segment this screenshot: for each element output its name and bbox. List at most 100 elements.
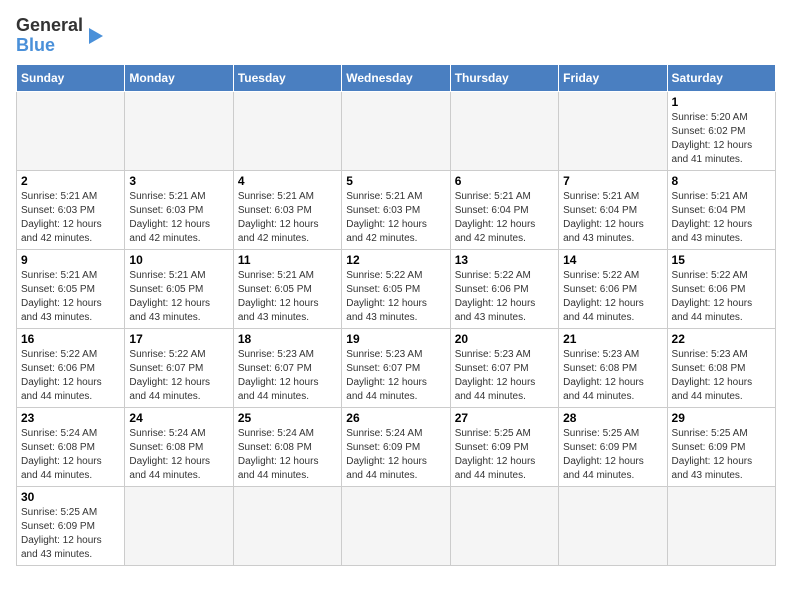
day-number: 3	[129, 174, 228, 188]
day-number: 14	[563, 253, 662, 267]
day-number: 24	[129, 411, 228, 425]
day-info: Sunrise: 5:25 AM Sunset: 6:09 PM Dayligh…	[672, 427, 771, 483]
day-number: 13	[455, 253, 554, 267]
calendar-cell	[667, 486, 775, 565]
calendar-cell: 7 Sunrise: 5:21 AM Sunset: 6:04 PM Daylig…	[559, 170, 667, 249]
calendar-cell: 15 Sunrise: 5:22 AM Sunset: 6:06 PM Dayli…	[667, 249, 775, 328]
day-number: 1	[672, 95, 771, 109]
calendar-row-3: 9 Sunrise: 5:21 AM Sunset: 6:05 PM Daylig…	[17, 249, 776, 328]
day-number: 4	[238, 174, 337, 188]
calendar-cell	[125, 91, 233, 170]
day-info: Sunrise: 5:21 AM Sunset: 6:03 PM Dayligh…	[238, 190, 337, 246]
logo: GeneralBlue	[16, 16, 105, 56]
day-info: Sunrise: 5:21 AM Sunset: 6:04 PM Dayligh…	[563, 190, 662, 246]
calendar-cell: 17 Sunrise: 5:22 AM Sunset: 6:07 PM Dayli…	[125, 328, 233, 407]
day-info: Sunrise: 5:21 AM Sunset: 6:05 PM Dayligh…	[238, 269, 337, 325]
day-info: Sunrise: 5:20 AM Sunset: 6:02 PM Dayligh…	[672, 111, 771, 167]
weekday-header-friday: Friday	[559, 64, 667, 91]
day-info: Sunrise: 5:23 AM Sunset: 6:08 PM Dayligh…	[563, 348, 662, 404]
calendar-cell: 11 Sunrise: 5:21 AM Sunset: 6:05 PM Dayli…	[233, 249, 341, 328]
day-number: 29	[672, 411, 771, 425]
day-info: Sunrise: 5:22 AM Sunset: 6:07 PM Dayligh…	[129, 348, 228, 404]
logo-text-general: GeneralBlue	[16, 16, 83, 56]
day-info: Sunrise: 5:21 AM Sunset: 6:04 PM Dayligh…	[455, 190, 554, 246]
calendar-cell: 12Sunrise: 5:22 AM Sunset: 6:05 PM Dayli…	[342, 249, 450, 328]
day-number: 9	[21, 253, 120, 267]
day-number: 12	[346, 253, 445, 267]
logo-triangle-icon	[85, 26, 105, 46]
calendar-row-5: 23 Sunrise: 5:24 AM Sunset: 6:08 PM Dayli…	[17, 407, 776, 486]
calendar-cell	[125, 486, 233, 565]
calendar-cell	[233, 91, 341, 170]
day-info: Sunrise: 5:21 AM Sunset: 6:03 PM Dayligh…	[129, 190, 228, 246]
calendar-cell: 14Sunrise: 5:22 AM Sunset: 6:06 PM Dayli…	[559, 249, 667, 328]
day-info: Sunrise: 5:21 AM Sunset: 6:05 PM Dayligh…	[21, 269, 120, 325]
weekday-header-thursday: Thursday	[450, 64, 558, 91]
calendar-cell	[559, 91, 667, 170]
day-info: Sunrise: 5:24 AM Sunset: 6:09 PM Dayligh…	[346, 427, 445, 483]
day-number: 27	[455, 411, 554, 425]
day-info: Sunrise: 5:24 AM Sunset: 6:08 PM Dayligh…	[21, 427, 120, 483]
day-number: 15	[672, 253, 771, 267]
day-number: 8	[672, 174, 771, 188]
calendar-cell: 19Sunrise: 5:23 AM Sunset: 6:07 PM Dayli…	[342, 328, 450, 407]
day-number: 17	[129, 332, 228, 346]
calendar-cell: 8 Sunrise: 5:21 AM Sunset: 6:04 PM Daylig…	[667, 170, 775, 249]
day-number: 10	[129, 253, 228, 267]
page-header: GeneralBlue	[16, 16, 776, 56]
day-number: 26	[346, 411, 445, 425]
calendar-cell: 22Sunrise: 5:23 AM Sunset: 6:08 PM Dayli…	[667, 328, 775, 407]
day-info: Sunrise: 5:21 AM Sunset: 6:03 PM Dayligh…	[346, 190, 445, 246]
calendar-cell: 13 Sunrise: 5:22 AM Sunset: 6:06 PM Dayli…	[450, 249, 558, 328]
day-info: Sunrise: 5:21 AM Sunset: 6:03 PM Dayligh…	[21, 190, 120, 246]
day-number: 20	[455, 332, 554, 346]
calendar-cell: 16Sunrise: 5:22 AM Sunset: 6:06 PM Dayli…	[17, 328, 125, 407]
calendar-cell: 5 Sunrise: 5:21 AM Sunset: 6:03 PM Daylig…	[342, 170, 450, 249]
day-info: Sunrise: 5:23 AM Sunset: 6:07 PM Dayligh…	[346, 348, 445, 404]
calendar-cell: 1 Sunrise: 5:20 AM Sunset: 6:02 PM Daylig…	[667, 91, 775, 170]
day-info: Sunrise: 5:22 AM Sunset: 6:06 PM Dayligh…	[21, 348, 120, 404]
calendar-table: SundayMondayTuesdayWednesdayThursdayFrid…	[16, 64, 776, 566]
weekday-header-row: SundayMondayTuesdayWednesdayThursdayFrid…	[17, 64, 776, 91]
calendar-cell: 28 Sunrise: 5:25 AM Sunset: 6:09 PM Dayli…	[559, 407, 667, 486]
calendar-cell	[450, 486, 558, 565]
logo-container: GeneralBlue	[16, 16, 105, 56]
calendar-cell: 6 Sunrise: 5:21 AM Sunset: 6:04 PM Daylig…	[450, 170, 558, 249]
calendar-cell	[559, 486, 667, 565]
day-info: Sunrise: 5:21 AM Sunset: 6:04 PM Dayligh…	[672, 190, 771, 246]
calendar-cell: 25Sunrise: 5:24 AM Sunset: 6:08 PM Dayli…	[233, 407, 341, 486]
day-info: Sunrise: 5:25 AM Sunset: 6:09 PM Dayligh…	[563, 427, 662, 483]
day-info: Sunrise: 5:22 AM Sunset: 6:06 PM Dayligh…	[672, 269, 771, 325]
day-info: Sunrise: 5:23 AM Sunset: 6:07 PM Dayligh…	[238, 348, 337, 404]
weekday-header-wednesday: Wednesday	[342, 64, 450, 91]
calendar-cell: 3 Sunrise: 5:21 AM Sunset: 6:03 PM Daylig…	[125, 170, 233, 249]
day-info: Sunrise: 5:24 AM Sunset: 6:08 PM Dayligh…	[238, 427, 337, 483]
calendar-cell: 18Sunrise: 5:23 AM Sunset: 6:07 PM Dayli…	[233, 328, 341, 407]
day-number: 30	[21, 490, 120, 504]
calendar-cell: 2Sunrise: 5:21 AM Sunset: 6:03 PM Daylig…	[17, 170, 125, 249]
calendar-cell: 30Sunrise: 5:25 AM Sunset: 6:09 PM Dayli…	[17, 486, 125, 565]
day-info: Sunrise: 5:23 AM Sunset: 6:07 PM Dayligh…	[455, 348, 554, 404]
weekday-header-sunday: Sunday	[17, 64, 125, 91]
calendar-row-2: 2Sunrise: 5:21 AM Sunset: 6:03 PM Daylig…	[17, 170, 776, 249]
calendar-cell	[450, 91, 558, 170]
day-info: Sunrise: 5:25 AM Sunset: 6:09 PM Dayligh…	[455, 427, 554, 483]
day-number: 5	[346, 174, 445, 188]
calendar-cell: 20 Sunrise: 5:23 AM Sunset: 6:07 PM Dayli…	[450, 328, 558, 407]
day-info: Sunrise: 5:22 AM Sunset: 6:06 PM Dayligh…	[455, 269, 554, 325]
day-number: 7	[563, 174, 662, 188]
day-info: Sunrise: 5:23 AM Sunset: 6:08 PM Dayligh…	[672, 348, 771, 404]
calendar-cell: 4 Sunrise: 5:21 AM Sunset: 6:03 PM Daylig…	[233, 170, 341, 249]
calendar-cell: 23 Sunrise: 5:24 AM Sunset: 6:08 PM Dayli…	[17, 407, 125, 486]
day-info: Sunrise: 5:24 AM Sunset: 6:08 PM Dayligh…	[129, 427, 228, 483]
day-number: 11	[238, 253, 337, 267]
calendar-cell: 10Sunrise: 5:21 AM Sunset: 6:05 PM Dayli…	[125, 249, 233, 328]
calendar-cell: 26 Sunrise: 5:24 AM Sunset: 6:09 PM Dayli…	[342, 407, 450, 486]
day-number: 21	[563, 332, 662, 346]
calendar-cell: 24 Sunrise: 5:24 AM Sunset: 6:08 PM Dayli…	[125, 407, 233, 486]
day-number: 6	[455, 174, 554, 188]
weekday-header-tuesday: Tuesday	[233, 64, 341, 91]
day-number: 23	[21, 411, 120, 425]
day-number: 28	[563, 411, 662, 425]
calendar-cell	[17, 91, 125, 170]
